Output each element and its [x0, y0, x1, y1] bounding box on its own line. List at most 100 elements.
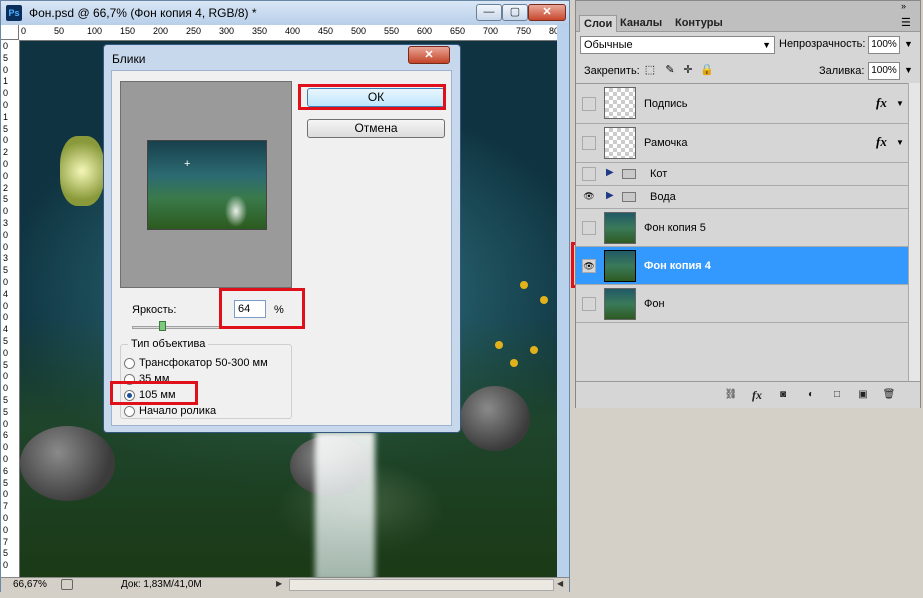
layer-row-background[interactable]: Фон: [576, 285, 908, 323]
cancel-button[interactable]: Отмена: [307, 119, 445, 138]
ruler-left-label: 0: [3, 206, 9, 217]
panel-menu-icon[interactable]: ☰: [901, 16, 911, 29]
ruler-corner[interactable]: [1, 25, 19, 40]
fill-input[interactable]: 100%: [868, 62, 900, 80]
photoshop-logo-icon: Ps: [6, 5, 22, 21]
maximize-button[interactable]: ▢: [502, 4, 528, 21]
expand-effects-icon[interactable]: ▼: [896, 99, 904, 108]
ruler-left-label: 5: [3, 477, 9, 488]
expand-group-icon[interactable]: ▶: [606, 167, 614, 178]
add-layer-style-icon[interactable]: fx: [750, 388, 764, 402]
ruler-top-label: 150: [120, 26, 136, 36]
blend-mode-select[interactable]: Обычные ▼: [580, 36, 775, 54]
visibility-toggle[interactable]: [582, 136, 596, 150]
ruler-top-label: 650: [450, 26, 466, 36]
lock-transparency-icon[interactable]: ⬚: [644, 64, 656, 76]
new-group-icon[interactable]: □: [830, 388, 844, 402]
layer-row-background-copy-4[interactable]: 👁 Фон копия 4: [576, 247, 908, 285]
layer-row-frame[interactable]: Рамочка fx ▼: [576, 124, 908, 163]
add-mask-icon[interactable]: ◙: [776, 388, 790, 402]
brightness-slider-track[interactable]: [132, 326, 276, 329]
delete-layer-icon[interactable]: 🗑: [882, 388, 896, 402]
visibility-toggle[interactable]: [582, 97, 596, 111]
dialog-body: + ОК Отмена Яркость: % Тип объектива Тра…: [111, 70, 452, 426]
link-layers-icon[interactable]: ⛓: [724, 388, 738, 402]
visibility-toggle[interactable]: [582, 297, 596, 311]
document-titlebar[interactable]: Ps Фон.psd @ 66,7% (Фон копия 4, RGB/8) …: [1, 1, 569, 25]
layer-name: Подпись: [644, 98, 688, 110]
brightness-unit: %: [274, 304, 284, 316]
fx-icon[interactable]: fx: [876, 95, 887, 111]
close-icon: ✕: [424, 49, 434, 61]
layer-row-signature[interactable]: Подпись fx ▼: [576, 84, 908, 124]
ruler-left-label: 3: [3, 253, 9, 264]
ruler-top[interactable]: 0 50 100 150 200 250 300 350 400 450 500 550 600 650 7…: [19, 25, 557, 41]
fill-label: Заливка:: [819, 65, 865, 77]
layer-name: Фон: [644, 298, 665, 310]
flare-preview-image[interactable]: +: [147, 140, 267, 230]
ruler-left[interactable]: 0501001502002503003504004505005506006507…: [1, 40, 20, 577]
panel-collapse-icon[interactable]: »: [901, 1, 906, 11]
ruler-left-label: 0: [3, 300, 9, 311]
ruler-left-label: 0: [3, 312, 9, 323]
canvas-waterfall: [315, 431, 375, 577]
tab-paths[interactable]: Контуры: [671, 15, 727, 31]
document-title: Фон.psd @ 66,7% (Фон копия 4, RGB/8) *: [29, 6, 257, 20]
radio-105mm[interactable]: [124, 390, 135, 401]
zoom-level[interactable]: 66,67%: [13, 579, 47, 590]
scroll-right-icon[interactable]: ▶: [276, 579, 282, 588]
visibility-toggle[interactable]: 👁: [582, 259, 596, 273]
fx-icon[interactable]: fx: [876, 134, 887, 150]
layers-scrollbar[interactable]: [908, 83, 920, 381]
radio-35mm[interactable]: [124, 374, 135, 385]
ruler-left-label: 0: [3, 418, 9, 429]
brightness-slider-thumb[interactable]: [159, 321, 167, 331]
close-icon: ✕: [542, 6, 552, 18]
fill-dropdown-icon[interactable]: ▼: [904, 65, 913, 75]
dialog-close-button[interactable]: ✕: [408, 46, 450, 64]
ruler-left-label: 5: [3, 123, 9, 134]
radio-movie-prime[interactable]: [124, 406, 135, 417]
status-info-icon[interactable]: [61, 579, 73, 590]
tab-layers[interactable]: Слои: [579, 15, 618, 32]
layers-list: Подпись fx ▼ Рамочка fx ▼ ▶ Кот 👁 ▶ Вода: [576, 83, 908, 382]
lens-flare-dialog: Блики ✕ + ОК Отмена Яркость: % Тип объек…: [103, 44, 461, 433]
layer-name: Фон копия 4: [644, 260, 711, 272]
tab-channels[interactable]: Каналы: [616, 15, 666, 31]
layer-row-background-copy-5[interactable]: Фон копия 5: [576, 209, 908, 247]
minimize-button[interactable]: —: [476, 4, 502, 21]
expand-effects-icon[interactable]: ▼: [896, 138, 904, 147]
expand-group-icon[interactable]: ▶: [606, 190, 614, 201]
visibility-toggle[interactable]: [582, 221, 596, 235]
ruler-left-label: 0: [3, 347, 9, 358]
lock-position-icon[interactable]: ✛: [682, 64, 694, 76]
document-info[interactable]: Док: 1,83M/41,0M: [121, 579, 202, 590]
ruler-top-label: 100: [87, 26, 103, 36]
close-button[interactable]: ✕: [528, 4, 566, 21]
layer-group-cat[interactable]: ▶ Кот: [576, 163, 908, 186]
adjustment-layer-icon[interactable]: ◐: [804, 388, 818, 402]
lens-option-label: 35 мм: [139, 373, 170, 385]
opacity-input[interactable]: 100%: [868, 36, 900, 54]
scroll-left-icon[interactable]: ◀: [557, 579, 563, 588]
ruler-left-label: 0: [3, 454, 9, 464]
status-bar: 66,67% Док: 1,83M/41,0M ▶ ◀: [1, 577, 569, 593]
new-layer-icon[interactable]: ▣: [856, 388, 870, 402]
opacity-dropdown-icon[interactable]: ▼: [904, 39, 913, 49]
lock-pixels-icon[interactable]: ✎: [664, 64, 676, 76]
layer-thumbnail: [604, 288, 636, 320]
ok-button[interactable]: ОК: [307, 88, 445, 107]
radio-zoom[interactable]: [124, 358, 135, 369]
canvas-rock: [20, 426, 115, 501]
horizontal-scrollbar[interactable]: [289, 579, 554, 591]
visibility-toggle[interactable]: [582, 167, 596, 181]
brightness-input[interactable]: [234, 300, 266, 318]
flare-center-crosshair-icon[interactable]: +: [184, 159, 190, 170]
ruler-top-label: 350: [252, 26, 268, 36]
opacity-label: Непрозрачность:: [779, 38, 866, 50]
visibility-toggle[interactable]: 👁: [582, 190, 596, 204]
layer-group-water[interactable]: 👁 ▶ Вода: [576, 186, 908, 209]
layer-thumbnail: [604, 250, 636, 282]
ruler-left-label: 6: [3, 430, 9, 441]
lock-all-icon[interactable]: 🔒: [700, 64, 714, 76]
